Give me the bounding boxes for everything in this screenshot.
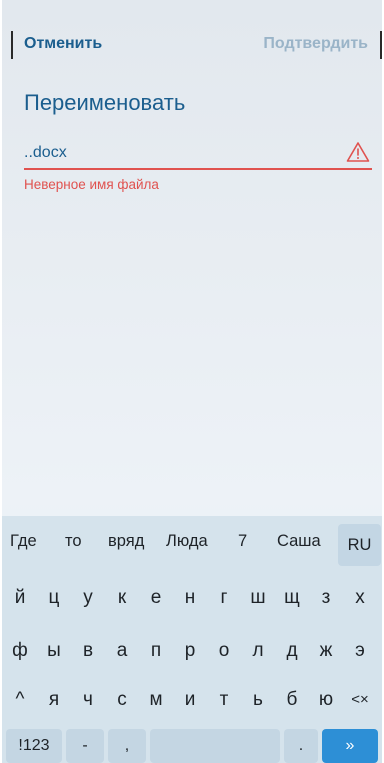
warning-triangle-icon [346, 141, 370, 163]
key[interactable]: ц [37, 578, 71, 618]
key[interactable]: и [173, 680, 207, 720]
dialog-title: Переименовать [24, 90, 186, 115]
key[interactable]: м [139, 680, 173, 720]
confirm-button[interactable]: Подтвердить [263, 35, 368, 53]
key[interactable]: у [71, 578, 105, 618]
key[interactable]: п [139, 631, 173, 671]
filename-input[interactable] [24, 140, 334, 166]
cancel-button[interactable]: Отменить [24, 35, 102, 53]
key[interactable]: ф [3, 631, 37, 671]
suggestion[interactable]: то [65, 532, 82, 551]
key[interactable]: х [343, 578, 377, 618]
suggestion[interactable]: Саша [277, 532, 321, 551]
keyboard: Где то вряд Люда 7 Саша RU й ц у к е н г… [2, 516, 382, 763]
key[interactable]: в [71, 631, 105, 671]
suggestion[interactable]: Где [10, 532, 37, 551]
period-key[interactable]: . [284, 729, 318, 763]
key[interactable]: ж [309, 631, 343, 671]
key-row-2: ф ы в а п р о л д ж э [2, 631, 382, 671]
key[interactable]: л [241, 631, 275, 671]
key[interactable]: щ [275, 578, 309, 618]
key[interactable]: ш [241, 578, 275, 618]
screen: Отменить Подтвердить Переименовать Невер… [2, 0, 382, 763]
key[interactable]: н [173, 578, 207, 618]
key-row-3: ^ я ч с м и т ь б ю <× [2, 680, 382, 720]
key[interactable]: б [275, 680, 309, 720]
keyboard-bottom-row: !123 - , . » [2, 729, 382, 763]
shift-key[interactable]: ^ [3, 680, 37, 720]
backspace-key[interactable]: <× [343, 680, 377, 720]
numbers-key[interactable]: !123 [6, 729, 62, 763]
key[interactable]: т [207, 680, 241, 720]
field-underline [24, 168, 372, 170]
suggestion-bar: Где то вряд Люда 7 Саша RU [2, 516, 382, 566]
key[interactable]: р [173, 631, 207, 671]
key[interactable]: е [139, 578, 173, 618]
filename-field-row [24, 140, 372, 170]
suggestion[interactable]: 7 [238, 532, 247, 551]
space-key[interactable] [150, 729, 280, 763]
key[interactable]: д [275, 631, 309, 671]
key[interactable]: о [207, 631, 241, 671]
key[interactable]: а [105, 631, 139, 671]
key[interactable]: ы [37, 631, 71, 671]
key[interactable]: к [105, 578, 139, 618]
key[interactable]: г [207, 578, 241, 618]
dash-key[interactable]: - [66, 729, 104, 763]
key[interactable]: с [105, 680, 139, 720]
error-message: Неверное имя файла [24, 177, 159, 192]
key[interactable]: ь [241, 680, 275, 720]
key[interactable]: ч [71, 680, 105, 720]
suggestion[interactable]: вряд [108, 532, 144, 551]
key[interactable]: ю [309, 680, 343, 720]
key[interactable]: я [37, 680, 71, 720]
key[interactable]: й [3, 578, 37, 618]
top-bar: Отменить Подтвердить [2, 0, 382, 84]
suggestion[interactable]: Люда [166, 532, 208, 551]
comma-key[interactable]: , [108, 729, 146, 763]
enter-key[interactable]: » [322, 729, 378, 763]
key[interactable]: э [343, 631, 377, 671]
key-row-1: й ц у к е н г ш щ з х [2, 578, 382, 618]
language-key[interactable]: RU [338, 524, 381, 566]
key[interactable]: з [309, 578, 343, 618]
